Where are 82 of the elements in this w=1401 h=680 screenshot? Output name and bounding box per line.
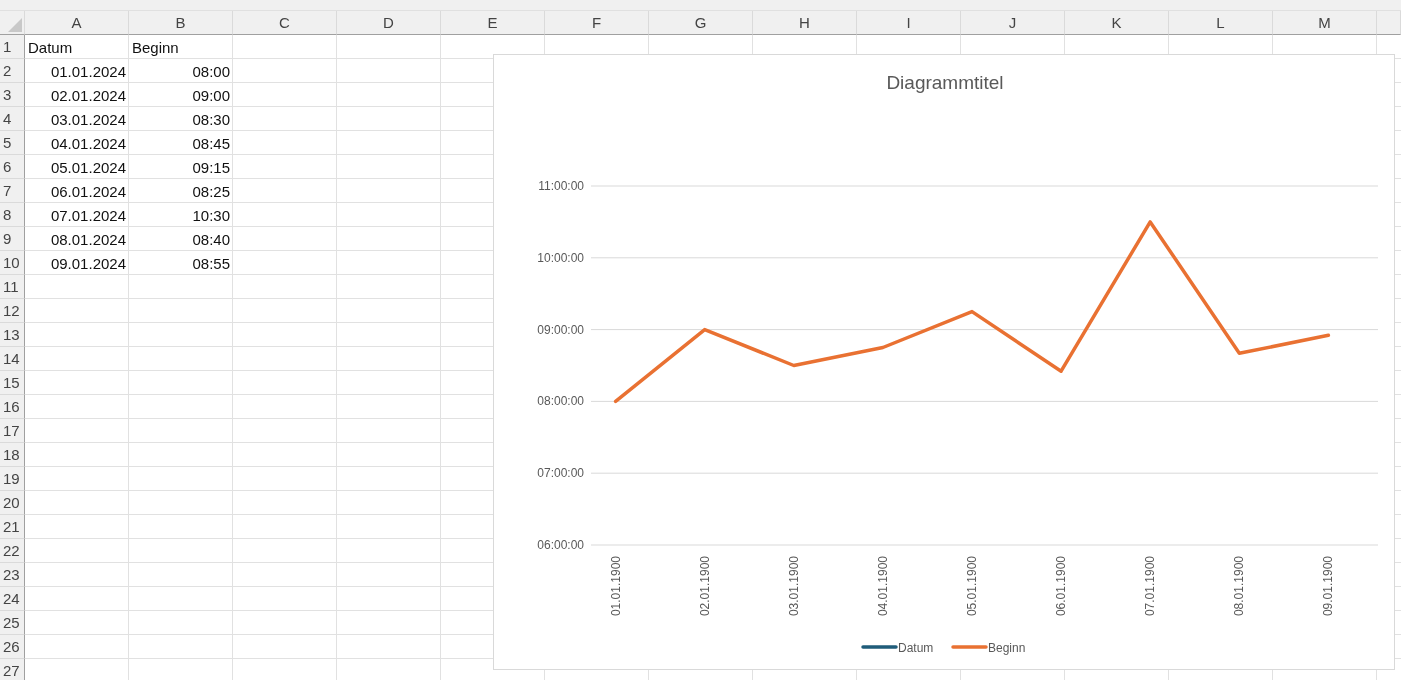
x-axis-label: 05.01.1900 [965,556,979,617]
column-header[interactable]: A [25,11,129,35]
column-header[interactable]: L [1169,11,1273,35]
table-cell[interactable]: 08:45 [129,131,233,155]
x-axis-label: 01.01.1900 [608,556,623,617]
column-header[interactable]: D [337,11,441,35]
line-chart[interactable]: Diagrammtitel 06:00:00 07:00:00 08:00:00 09:00:00 10:00:00 11:00:00 01.01.1900 02.01.1900 03.01.1900 04.01.1900 05.01.1900 06.01.1900 07.01.1900 08.01.1900 09.01.1900 Datum Beginn [493,54,1395,670]
row-header[interactable]: 23 [0,563,25,587]
row-header[interactable]: 12 [0,299,25,323]
row-header[interactable]: 8 [0,203,25,227]
select-all-button[interactable] [0,11,25,35]
column-header[interactable]: F [545,11,649,35]
table-cell[interactable]: 10:30 [129,203,233,227]
column-header[interactable]: G [649,11,753,35]
table-cell[interactable]: 08:55 [129,251,233,275]
row-header[interactable]: 1 [0,35,25,59]
column-header[interactable]: K [1065,11,1169,35]
x-axis-label: 02.01.1900 [697,556,712,617]
table-cell[interactable]: 08:40 [129,227,233,251]
table-cell[interactable]: 03.01.2024 [25,107,129,131]
row-header[interactable]: 20 [0,491,25,515]
table-cell[interactable]: 08:25 [129,179,233,203]
row-header[interactable]: 26 [0,635,25,659]
row-header[interactable]: 16 [0,395,25,419]
row-header[interactable]: 10 [0,251,25,275]
row-header[interactable]: 24 [0,587,25,611]
table-cell[interactable]: 02.01.2024 [25,83,129,107]
column-header[interactable]: C [233,11,337,35]
x-axis-label: 08.01.1900 [1232,556,1247,617]
table-cell[interactable]: 07.01.2024 [25,203,129,227]
x-axis-label: 04.01.1900 [875,556,890,617]
table-cell[interactable]: 08:30 [129,107,233,131]
table-cell[interactable]: 06.01.2024 [25,179,129,203]
y-axis-label: 10:00:00 [537,250,584,265]
x-axis-label: 07.01.1900 [1143,556,1158,617]
row-header[interactable]: 25 [0,611,25,635]
column-header[interactable]: M [1273,11,1377,35]
row-header[interactable]: 21 [0,515,25,539]
column-header[interactable]: E [441,11,545,35]
row-header[interactable]: 13 [0,323,25,347]
table-cell[interactable]: 08:00 [129,59,233,83]
table-cell[interactable]: Beginn [129,35,233,59]
column-header[interactable]: I [857,11,961,35]
row-header[interactable]: 5 [0,131,25,155]
legend-label[interactable]: Datum [898,641,934,655]
y-axis-label: 06:00:00 [537,538,584,552]
x-axis-label: 03.01.1900 [786,556,801,617]
y-axis-label: 09:00:00 [537,322,584,337]
row-header[interactable]: 9 [0,227,25,251]
x-axis-label: 06.01.1900 [1054,556,1069,617]
row-header[interactable]: 15 [0,371,25,395]
row-header[interactable]: 4 [0,107,25,131]
row-header[interactable]: 2 [0,59,25,83]
row-header[interactable]: 3 [0,83,25,107]
table-cell[interactable]: 05.01.2024 [25,155,129,179]
row-header[interactable]: 17 [0,419,25,443]
table-cell[interactable]: 09:15 [129,155,233,179]
y-axis-label: 11:00:00 [538,179,584,193]
chart-title: Diagrammtitel [886,72,1004,93]
y-axis-label: 08:00:00 [537,394,584,409]
select-all-icon[interactable] [8,18,22,32]
table-cell[interactable]: 04.01.2024 [25,131,129,155]
table-cell[interactable]: 09.01.2024 [25,251,129,275]
line-series[interactable] [613,220,1331,404]
column-header[interactable]: B [129,11,233,35]
row-header[interactable]: 18 [0,443,25,467]
legend-label[interactable]: Beginn [988,641,1026,655]
column-header[interactable]: J [961,11,1065,35]
table-cell[interactable]: 08.01.2024 [25,227,129,251]
row-header[interactable]: 7 [0,179,25,203]
x-axis-label: 09.01.1900 [1321,556,1336,617]
row-header[interactable]: 22 [0,539,25,563]
table-cell[interactable]: Datum [25,35,129,59]
row-header[interactable]: 14 [0,347,25,371]
y-axis-label: 07:00:00 [537,466,584,481]
row-header[interactable]: 11 [0,275,25,299]
table-cell[interactable]: 01.01.2024 [25,59,129,83]
row-header[interactable]: 27 [0,659,25,680]
row-header[interactable]: 19 [0,467,25,491]
column-header[interactable]: H [753,11,857,35]
table-cell[interactable]: 09:00 [129,83,233,107]
row-header[interactable]: 6 [0,155,25,179]
